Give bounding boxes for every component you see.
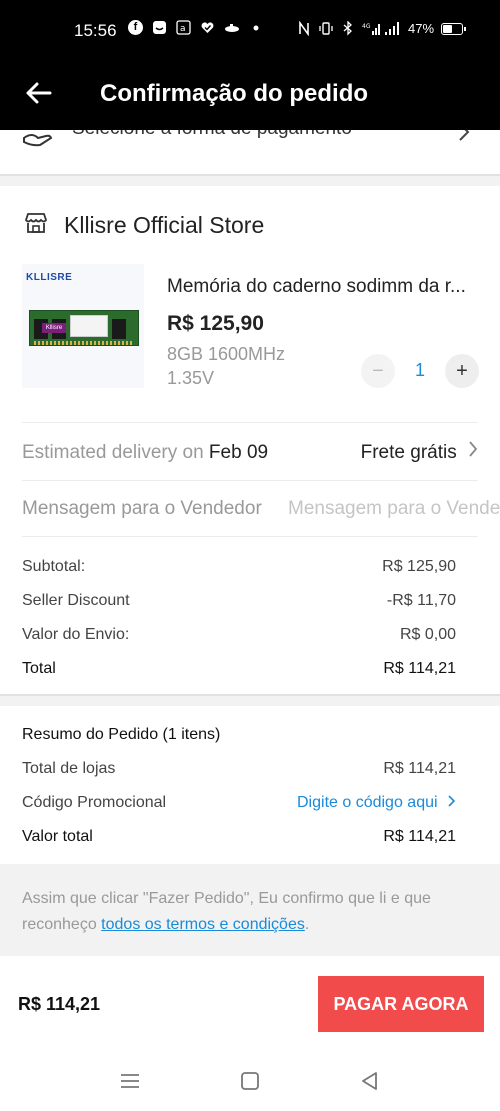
vibrate-icon (318, 21, 333, 36)
submarine-icon (224, 20, 239, 35)
store-total-label: Total (22, 660, 56, 677)
divider (22, 480, 478, 481)
seller-message-row: Mensagem para o Vendedor (22, 498, 500, 524)
thumb-tag: Kllisre (42, 323, 66, 333)
facebook-icon: f (128, 20, 143, 35)
delivery-row[interactable]: Estimated delivery on Feb 09 Frete gráti… (22, 440, 478, 466)
app-bar: Confirmação do pedido (0, 62, 500, 130)
seller-message-label: Mensagem para o Vendedor (22, 498, 262, 519)
subtotal-value: R$ 125,90 (382, 558, 456, 575)
terms-link[interactable]: todos os termos e condições (101, 916, 305, 933)
heart-check-icon (200, 20, 215, 35)
home-icon[interactable] (238, 1070, 262, 1092)
nfc-icon (296, 20, 311, 37)
divider (22, 422, 478, 423)
promo-code-link[interactable]: Digite o código aqui (297, 794, 456, 812)
shipping-cost-value: R$ 0,00 (399, 626, 456, 643)
order-summary-title-text: Resumo do Pedido (1 itens) (22, 726, 221, 743)
checkout-total: R$ 114,21 (18, 994, 101, 1014)
signal-4g-icon: 4G (362, 21, 380, 36)
chat-icon (152, 20, 167, 35)
back-arrow-icon[interactable] (22, 76, 56, 110)
promo-code-row: Código Promocional Digite o código aqui (22, 794, 456, 812)
chevron-right-icon (458, 130, 470, 148)
battery-icon (441, 22, 467, 35)
dot-icon (248, 20, 263, 35)
stores-total-value: R$ 114,21 (383, 760, 456, 777)
signal-icon (384, 21, 399, 36)
seller-discount-label: Seller Discount (22, 592, 130, 609)
seller-message-input[interactable] (288, 498, 500, 520)
chevron-right-icon (448, 795, 456, 807)
amazon-icon: a (176, 20, 191, 35)
quantity-value: 1 (414, 360, 425, 380)
product-price: R$ 125,90 (167, 312, 264, 335)
promo-code-link-text: Digite o código aqui (297, 794, 438, 811)
grand-total-value: R$ 114,21 (383, 828, 456, 845)
back-icon[interactable] (358, 1070, 382, 1092)
checkout-bar: R$ 114,21 PAGAR AGORA (0, 956, 500, 1052)
battery-percent: 47% (408, 21, 435, 36)
bluetooth-icon (340, 20, 355, 36)
shipping-option[interactable]: Frete grátis (361, 440, 478, 464)
page-title: Confirmação do pedido (100, 80, 369, 107)
terms-end: . (304, 916, 310, 933)
grand-total-row: Valor total R$ 114,21 (22, 828, 456, 846)
quantity-stepper: − 1 + (361, 354, 479, 388)
system-icons: 4G 47% (296, 20, 467, 37)
notification-icons: f a (128, 20, 263, 35)
delivery-date: Feb 09 (208, 442, 269, 463)
stores-total-row: Total de lojas R$ 114,21 (22, 760, 456, 778)
status-time: 15:56 (74, 21, 117, 40)
pay-now-button[interactable]: PAGAR AGORA (318, 976, 484, 1032)
terms-notice: Assim que clicar "Fazer Pedido", Eu conf… (0, 864, 500, 956)
store-section: Kllisre Official Store KLLISRE Kllisre M… (0, 186, 500, 694)
svg-text:a: a (180, 24, 186, 34)
product-name[interactable]: Memória do caderno sodimm da r... (167, 276, 477, 298)
order-summary-section: Resumo do Pedido (1 itens) Total de loja… (0, 706, 500, 864)
delivery-label: Estimated delivery on (22, 442, 209, 463)
promo-code-label: Código Promocional (22, 794, 167, 811)
subtotal-row: Subtotal: R$ 125,90 (22, 558, 456, 576)
hand-payment-icon (22, 130, 54, 148)
thumb-brand-text: KLLISRE (26, 272, 73, 283)
section-gap (0, 174, 500, 186)
store-name[interactable]: Kllisre Official Store (64, 212, 264, 239)
freight-label: Frete grátis (360, 442, 457, 463)
shipping-cost-label: Valor do Envio: (22, 626, 130, 643)
system-nav-bar (0, 1052, 500, 1111)
divider (22, 536, 478, 537)
product-image[interactable]: KLLISRE Kllisre (22, 264, 144, 388)
store-icon (24, 212, 48, 234)
decrease-quantity-button[interactable]: − (361, 354, 395, 388)
store-total-row: Total R$ 114,21 (22, 660, 456, 678)
shipping-cost-row: Valor do Envio: R$ 0,00 (22, 626, 456, 644)
product-variant: 8GB 1600MHz 1.35V (167, 344, 286, 388)
increase-quantity-button[interactable]: + (445, 354, 479, 388)
menu-icon[interactable] (118, 1070, 142, 1092)
grand-total-label: Valor total (22, 828, 93, 845)
ram-module-graphic: Kllisre (29, 310, 139, 346)
stores-total-label: Total de lojas (22, 760, 116, 777)
seller-discount-value: -R$ 11,70 (386, 592, 456, 609)
order-summary-title: Resumo do Pedido (1 itens) (22, 726, 456, 744)
payment-method-label: Selecione a forma de pagamento (72, 130, 352, 140)
section-gap (0, 694, 500, 706)
chevron-right-icon (468, 441, 478, 463)
store-total-value: R$ 114,21 (383, 660, 456, 677)
seller-discount-row: Seller Discount -R$ 11,70 (22, 592, 456, 610)
payment-method-row[interactable]: Selecione a forma de pagamento (0, 130, 500, 174)
subtotal-label: Subtotal: (22, 558, 86, 575)
status-bar: 15:56 f a 4G 47% (0, 0, 500, 62)
svg-text:4G: 4G (362, 23, 371, 30)
